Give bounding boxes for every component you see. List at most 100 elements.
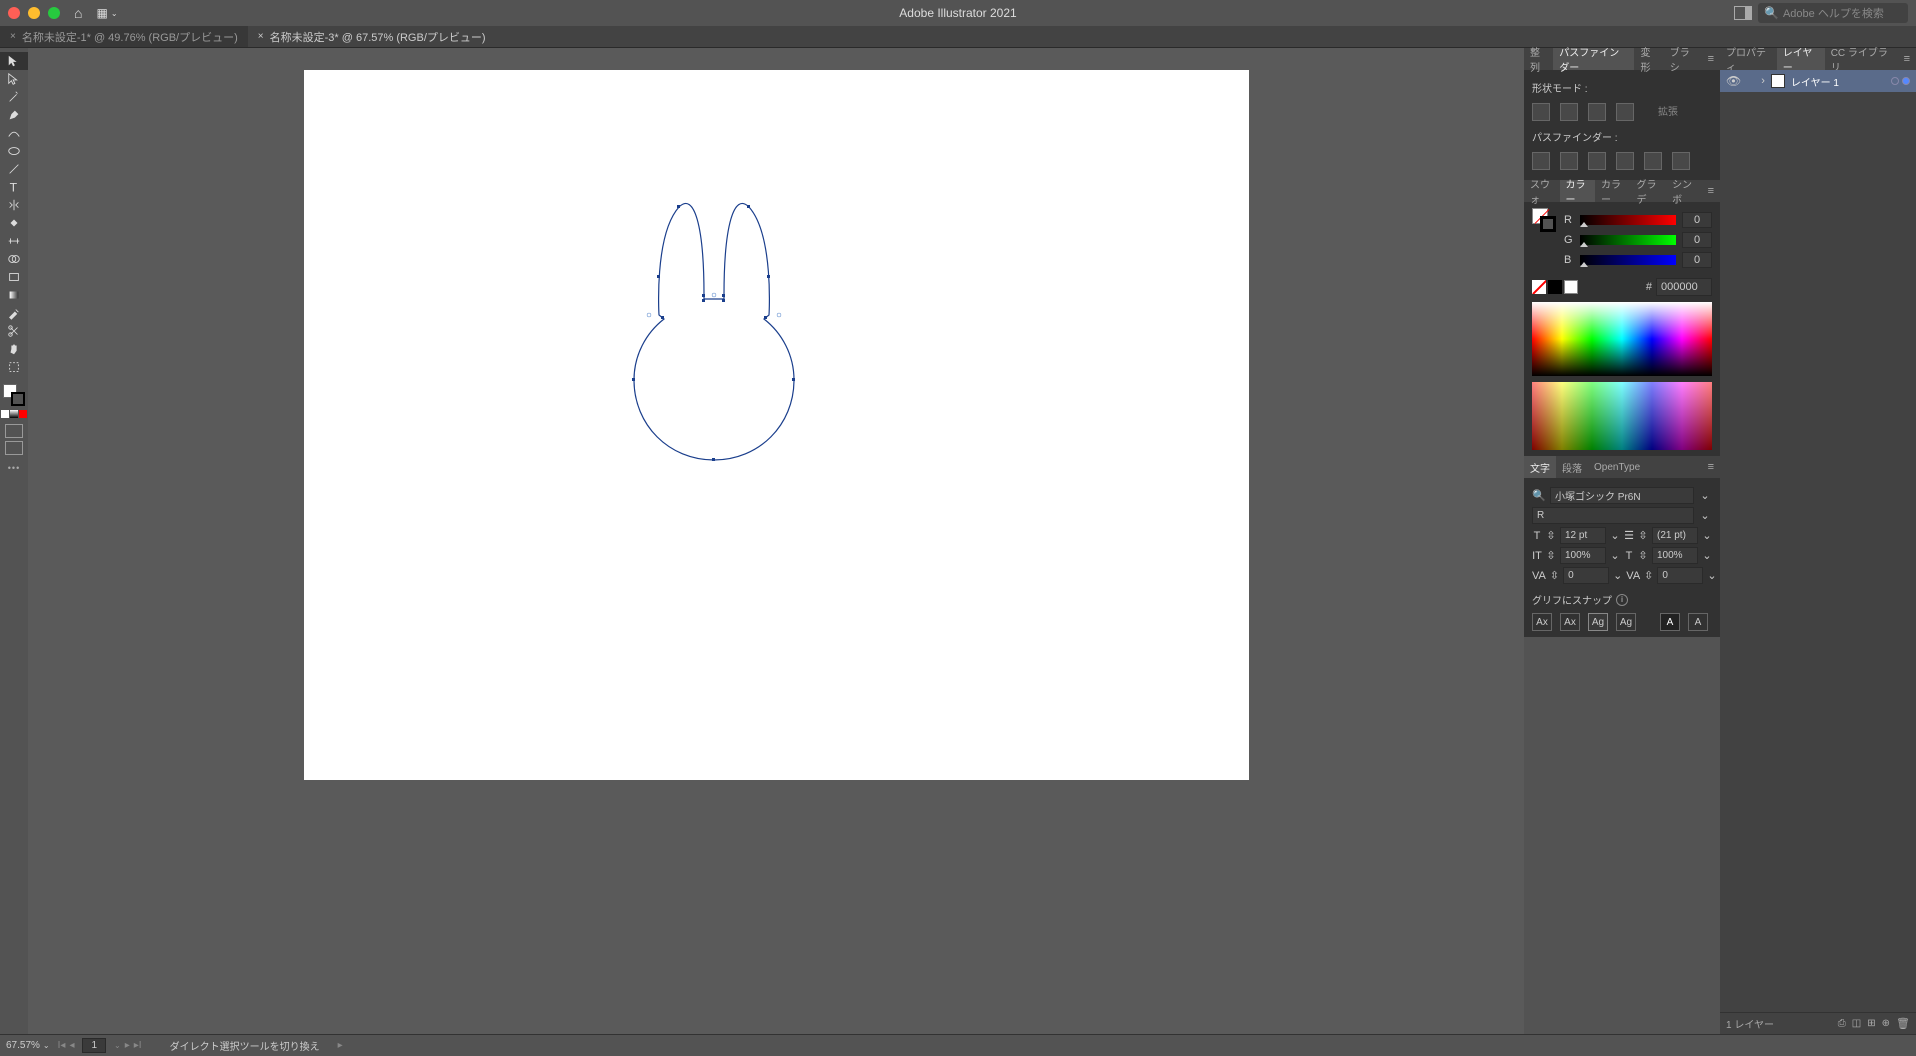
divide-icon[interactable] bbox=[1532, 152, 1550, 170]
tab-gradient[interactable]: グラデ bbox=[1631, 180, 1667, 202]
snap-capheight-icon[interactable]: Ag bbox=[1588, 613, 1608, 631]
r-value[interactable]: 0 bbox=[1682, 212, 1712, 228]
tab-brush[interactable]: ブラシ bbox=[1664, 48, 1702, 70]
chevron-down-icon[interactable]: ⌄ bbox=[1610, 549, 1620, 563]
chevron-down-icon[interactable]: ⌄ bbox=[1698, 489, 1712, 503]
help-search[interactable]: 🔍 Adobe ヘルプを検索 bbox=[1758, 3, 1908, 23]
unite-icon[interactable] bbox=[1532, 103, 1550, 121]
tab-transform[interactable]: 変形 bbox=[1634, 48, 1663, 70]
panel-menu-icon[interactable]: ≡ bbox=[1702, 53, 1720, 65]
tab-symbol[interactable]: シンボ bbox=[1666, 180, 1702, 202]
crop-icon[interactable] bbox=[1616, 152, 1634, 170]
artboard-number-field[interactable]: 1 bbox=[82, 1038, 106, 1053]
hand-tool[interactable] bbox=[0, 340, 28, 358]
rectangle-tool[interactable] bbox=[0, 268, 28, 286]
exclude-icon[interactable] bbox=[1616, 103, 1634, 121]
new-layer-icon[interactable]: ⊕ bbox=[1882, 1018, 1890, 1029]
tab-colorguide[interactable]: カラー bbox=[1595, 180, 1631, 202]
minus-front-icon[interactable] bbox=[1560, 103, 1578, 121]
tracking-field[interactable] bbox=[1657, 567, 1703, 584]
stepper-icon[interactable]: ⇳ bbox=[1644, 569, 1653, 583]
close-tab-icon[interactable]: × bbox=[258, 31, 264, 42]
trim-icon[interactable] bbox=[1560, 152, 1578, 170]
stepper-icon[interactable]: ⇳ bbox=[1550, 569, 1559, 583]
tab-character[interactable]: 文字 bbox=[1524, 456, 1556, 478]
snap-right-icon[interactable]: A bbox=[1688, 613, 1708, 631]
selection-tool[interactable] bbox=[0, 52, 28, 70]
chevron-down-icon[interactable]: ⌄ bbox=[1613, 569, 1622, 583]
leading-field[interactable] bbox=[1652, 527, 1698, 544]
layer-name-label[interactable]: レイヤー 1 bbox=[1791, 74, 1839, 89]
selection-indicator-icon[interactable] bbox=[1902, 77, 1910, 85]
tab-properties[interactable]: プロパティ bbox=[1720, 48, 1777, 70]
color-mode-icons[interactable] bbox=[1, 410, 27, 418]
search-icon[interactable]: 🔍 bbox=[1532, 489, 1546, 503]
tab-opentype[interactable]: OpenType bbox=[1588, 456, 1646, 478]
visibility-icon[interactable]: 👁 bbox=[1726, 74, 1741, 88]
snap-baseline-icon[interactable]: Ax bbox=[1532, 613, 1552, 631]
make-clipping-icon[interactable]: ◫ bbox=[1852, 1018, 1861, 1029]
prev-artboard-icon[interactable]: ◂ bbox=[69, 1040, 74, 1051]
edit-toolbar-icon[interactable]: ••• bbox=[8, 463, 20, 473]
info-icon[interactable]: i bbox=[1616, 594, 1628, 606]
expand-layer-icon[interactable]: › bbox=[1761, 75, 1765, 87]
layer-row[interactable]: 👁 › レイヤー 1 bbox=[1720, 70, 1916, 92]
hue-bar[interactable] bbox=[1532, 382, 1712, 450]
shape-builder-tool[interactable] bbox=[0, 250, 28, 268]
minimize-icon[interactable] bbox=[28, 7, 40, 19]
tab-paragraph[interactable]: 段落 bbox=[1556, 456, 1588, 478]
intersect-icon[interactable] bbox=[1588, 103, 1606, 121]
color-spectrum[interactable] bbox=[1532, 302, 1712, 376]
maximize-icon[interactable] bbox=[48, 7, 60, 19]
snap-glyph-icon[interactable]: Ag bbox=[1616, 613, 1636, 631]
locate-object-icon[interactable]: ⎙ bbox=[1838, 1018, 1846, 1029]
canvas-area[interactable] bbox=[28, 48, 1524, 1034]
white-swatch-icon[interactable] bbox=[1564, 280, 1578, 294]
last-artboard-icon[interactable]: ▸I bbox=[134, 1040, 142, 1051]
panel-menu-icon[interactable]: ≡ bbox=[1702, 461, 1720, 473]
snap-left-icon[interactable]: A bbox=[1660, 613, 1680, 631]
chevron-down-icon[interactable]: ⌄ bbox=[1698, 509, 1712, 523]
screen-mode-icon[interactable] bbox=[5, 441, 23, 455]
fill-stroke-mini[interactable] bbox=[1532, 208, 1556, 232]
chevron-down-icon[interactable]: ⌄ bbox=[43, 1041, 50, 1050]
curvature-tool[interactable] bbox=[0, 124, 28, 142]
expand-button[interactable]: 拡張 bbox=[1644, 103, 1692, 121]
vscale-field[interactable] bbox=[1560, 547, 1606, 564]
chevron-down-icon[interactable]: ⌄ bbox=[1610, 529, 1620, 543]
width-tool[interactable] bbox=[0, 232, 28, 250]
first-artboard-icon[interactable]: I◂ bbox=[58, 1040, 66, 1051]
bunny-path[interactable] bbox=[624, 195, 804, 465]
scissors-tool[interactable] bbox=[0, 322, 28, 340]
stepper-icon[interactable]: ⇳ bbox=[1546, 549, 1556, 563]
outline-icon[interactable] bbox=[1644, 152, 1662, 170]
panel-layout-icon[interactable] bbox=[1734, 6, 1752, 20]
pen-tool[interactable] bbox=[0, 106, 28, 124]
minus-back-icon[interactable] bbox=[1672, 152, 1690, 170]
hex-field[interactable]: 000000 bbox=[1656, 278, 1712, 296]
layers-list[interactable] bbox=[1720, 92, 1916, 1012]
line-tool[interactable] bbox=[0, 160, 28, 178]
stepper-icon[interactable]: ⇳ bbox=[1546, 529, 1556, 543]
g-slider[interactable] bbox=[1580, 235, 1676, 245]
document-tab[interactable]: × 名称未設定-1* @ 49.76% (RGB/プレビュー) bbox=[0, 26, 248, 47]
r-slider[interactable] bbox=[1580, 215, 1676, 225]
delete-layer-icon[interactable]: 🗑 bbox=[1896, 1017, 1910, 1030]
snap-xheight-icon[interactable]: Ax bbox=[1560, 613, 1580, 631]
tab-swatch[interactable]: スウォ bbox=[1524, 180, 1560, 202]
panel-menu-icon[interactable]: ≡ bbox=[1898, 53, 1916, 65]
layer-thumbnail[interactable] bbox=[1771, 74, 1785, 88]
type-tool[interactable]: T bbox=[0, 178, 28, 196]
paintbucket-tool[interactable] bbox=[0, 214, 28, 232]
artboard-tool[interactable] bbox=[0, 358, 28, 376]
chevron-down-icon[interactable]: ⌄ bbox=[114, 1041, 121, 1050]
eyedropper-tool[interactable] bbox=[0, 304, 28, 322]
stroke-mini-swatch[interactable] bbox=[1540, 216, 1556, 232]
g-value[interactable]: 0 bbox=[1682, 232, 1712, 248]
direct-selection-tool[interactable] bbox=[0, 70, 28, 88]
tab-pathfinder[interactable]: パスファインダー bbox=[1553, 48, 1634, 70]
home-icon[interactable]: ⌂ bbox=[74, 5, 82, 21]
merge-icon[interactable] bbox=[1588, 152, 1606, 170]
next-artboard-icon[interactable]: ▸ bbox=[125, 1040, 130, 1051]
panel-menu-icon[interactable]: ≡ bbox=[1702, 185, 1720, 197]
